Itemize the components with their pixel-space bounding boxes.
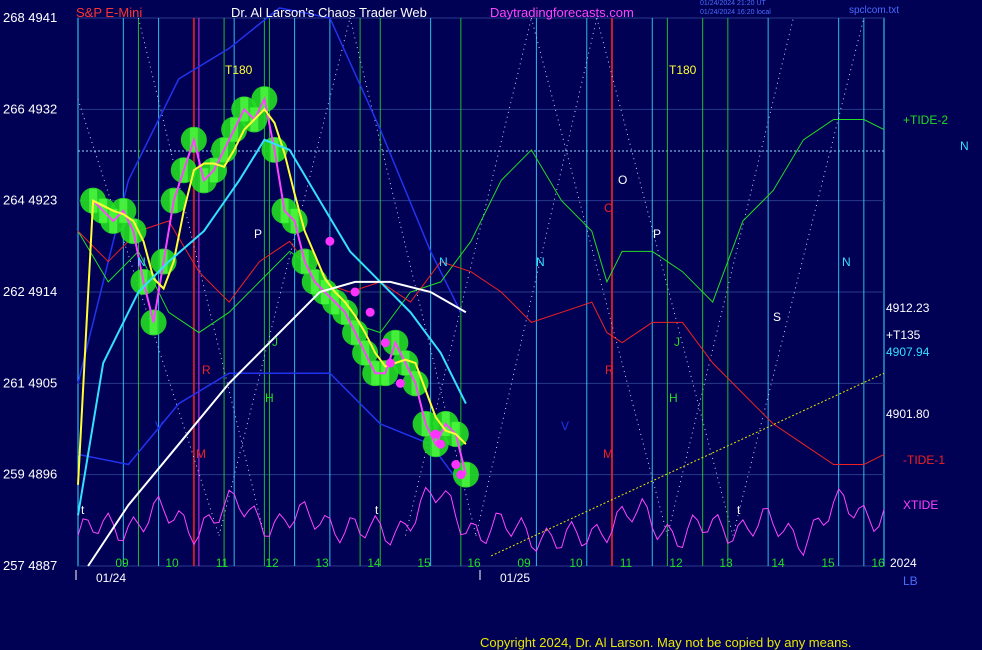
- annotation-label: P: [254, 227, 262, 241]
- symbol-label: S&P E-Mini: [76, 5, 143, 20]
- x-hour-label: 09: [517, 556, 531, 570]
- x-hour-label: 14: [771, 556, 785, 570]
- x-hour-label: 12: [669, 556, 683, 570]
- copyright-notice: Copyright 2024, Dr. Al Larson. May not b…: [480, 635, 852, 650]
- x-corner-label: LB: [903, 574, 918, 588]
- timestamp-local: 01/24/2024 16:20 local: [700, 9, 771, 16]
- y-tick-label: 257 4887: [3, 558, 57, 573]
- price-chart: T180 T180 P P O S N N N N C R R M M H H J J V Vt t t 257 4887 2…: [3, 7, 969, 588]
- right-side-label: 4907.94: [886, 345, 930, 359]
- x-hour-label: 14: [367, 556, 381, 570]
- y-tick-label: 264 4923: [3, 193, 57, 208]
- x-hour-label: 15: [417, 556, 431, 570]
- data-file-label: spclcom.txt: [849, 5, 900, 16]
- right-side-label: 4901.80: [886, 407, 930, 421]
- chart-title: Dr. Al Larson's Chaos Trader Web: [231, 5, 427, 20]
- right-side-label: +TIDE-2: [903, 113, 948, 127]
- y-tick-label: 266 4932: [3, 101, 57, 116]
- annotation-label: C: [604, 201, 613, 215]
- dotted-cycle-line: [530, 17, 668, 536]
- annotation-label: N: [137, 255, 146, 269]
- dotted-cycle-line: [349, 17, 477, 536]
- x-hour-label: 13: [315, 556, 329, 570]
- dotted-cycle-line: [596, 17, 734, 536]
- y-tick-label: 268 4941: [3, 10, 57, 25]
- annotation-label: t: [375, 503, 379, 517]
- x-hour-label: 10: [165, 556, 179, 570]
- x-hour-label: 16: [871, 556, 885, 570]
- signal-dot: [395, 378, 405, 388]
- signal-dot: [431, 429, 441, 439]
- y-tick-label: 261 4905: [3, 375, 57, 390]
- x-hour-label: 11: [216, 556, 229, 570]
- dotted-cycle-line: [218, 17, 351, 536]
- signal-dot: [380, 338, 390, 348]
- annotation-label: N: [536, 255, 545, 269]
- signal-dot: [350, 287, 360, 297]
- x-date-label: 01/24: [96, 571, 126, 585]
- x-hour-label: 12: [265, 556, 279, 570]
- right-side-label: XTIDE: [903, 498, 938, 512]
- annotation-label: H: [669, 391, 678, 405]
- signal-dot: [436, 439, 446, 449]
- annotation-label: T180: [225, 63, 253, 77]
- right-side-label: -TIDE-1: [903, 453, 945, 467]
- y-tick-label: 262 4914: [3, 284, 57, 299]
- annotation-label: M: [603, 447, 613, 461]
- annotation-label: R: [202, 363, 211, 377]
- x-hour-label: 09: [115, 556, 129, 570]
- x-year-label: 2024: [890, 556, 917, 570]
- annotation-label: t: [737, 503, 741, 517]
- signal-dot: [325, 236, 335, 246]
- timestamp-ut: 01/24/2024 21:20 UT: [700, 0, 766, 7]
- x-date-label: 01/25: [500, 571, 530, 585]
- right-side-label: N: [960, 139, 969, 153]
- annotation-label: R: [605, 363, 614, 377]
- annotation-label: T180: [669, 63, 697, 77]
- annotation-label: t: [81, 503, 85, 517]
- annotation-label: J: [272, 335, 278, 349]
- dotted-cycle-line: [666, 17, 794, 536]
- dotted-cycle-line: [404, 17, 532, 536]
- annotation-label: V: [155, 419, 163, 433]
- x-hour-label: 13: [719, 556, 733, 570]
- annotation-label: S: [773, 310, 781, 324]
- annotation-label: O: [618, 173, 627, 187]
- y-tick-label: 259 4896: [3, 467, 57, 482]
- annotation-label: N: [842, 255, 851, 269]
- signal-dot: [451, 460, 461, 470]
- x-hour-label: 15: [821, 556, 835, 570]
- x-hour-label: 11: [620, 556, 633, 570]
- annotation-label: N: [439, 255, 448, 269]
- site-link[interactable]: Daytradingforecasts.com: [490, 5, 634, 20]
- signal-dot: [456, 470, 466, 480]
- signal-dot: [385, 358, 395, 368]
- annotation-label: P: [653, 227, 661, 241]
- dotted-cycle-line: [732, 17, 865, 536]
- annotation-label: J: [674, 335, 680, 349]
- signal-dot: [365, 307, 375, 317]
- annotation-label: H: [265, 391, 274, 405]
- right-side-label: +T135: [886, 328, 921, 342]
- x-hour-label: 10: [569, 556, 583, 570]
- x-hour-label: 16: [467, 556, 481, 570]
- annotation-label: M: [196, 447, 206, 461]
- right-side-label: 4912.23: [886, 301, 930, 315]
- annotation-label: V: [561, 419, 569, 433]
